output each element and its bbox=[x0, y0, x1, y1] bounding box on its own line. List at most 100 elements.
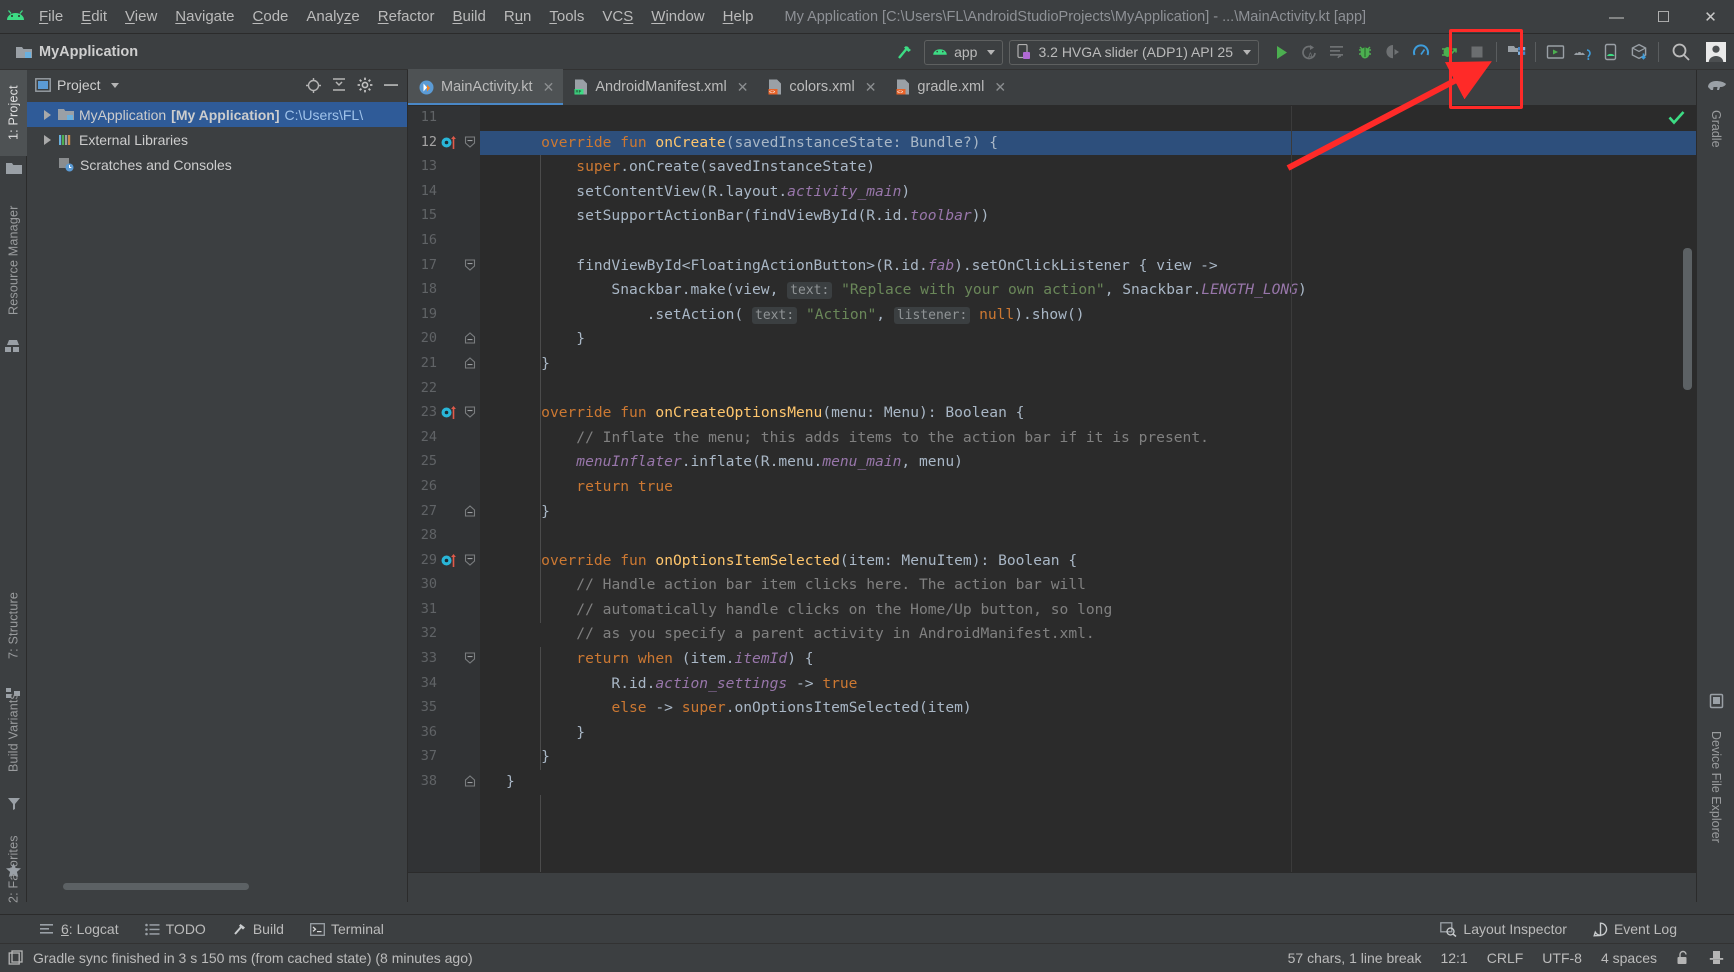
menu-navigate[interactable]: Navigate bbox=[166, 0, 243, 34]
sidebar-item-gradle[interactable]: Gradle bbox=[1697, 96, 1734, 162]
menu-build[interactable]: Build bbox=[443, 0, 494, 34]
gear-icon[interactable] bbox=[353, 73, 377, 97]
gutter-row[interactable]: 33 bbox=[408, 647, 480, 672]
close-tab-icon[interactable]: ✕ bbox=[737, 79, 749, 96]
fold-expand-icon[interactable] bbox=[464, 357, 476, 369]
gutter-row[interactable]: 30 bbox=[408, 573, 480, 598]
locate-icon[interactable] bbox=[301, 73, 325, 97]
tab-androidmanifest-xml[interactable]: MF AndroidManifest.xml ✕ bbox=[563, 69, 757, 105]
gutter-row[interactable]: 13 bbox=[408, 155, 480, 180]
code-line[interactable]: // Inflate the menu; this adds items to … bbox=[480, 426, 1696, 451]
gutter-row[interactable]: 24 bbox=[408, 426, 480, 451]
apply-code-changes-button[interactable] bbox=[1323, 37, 1351, 67]
make-project-button[interactable] bbox=[890, 37, 918, 67]
apk-analyzer-button[interactable] bbox=[1625, 37, 1653, 67]
menu-tools[interactable]: Tools bbox=[540, 0, 593, 34]
gutter-row[interactable]: 23 bbox=[408, 401, 480, 426]
unlocked-padlock-icon[interactable] bbox=[1676, 950, 1690, 966]
gutter-row[interactable]: 20 bbox=[408, 327, 480, 352]
debug-button[interactable] bbox=[1351, 37, 1379, 67]
editor-gutter[interactable]: 11 12 13 14 15 16 17 18 19 20 21 22 23 24 25 26 27 28 29 30… bbox=[408, 106, 480, 872]
status-line-separator[interactable]: CRLF bbox=[1487, 950, 1524, 966]
code-line[interactable]: menuInflater.inflate(R.menu.menu_main, m… bbox=[480, 450, 1696, 475]
inspections-ok-icon[interactable] bbox=[1668, 110, 1685, 125]
gutter-row[interactable]: 31 bbox=[408, 598, 480, 623]
tab-gradle-xml[interactable]: <> gradle.xml ✕ bbox=[885, 69, 1015, 105]
status-indent[interactable]: 4 spaces bbox=[1601, 950, 1657, 966]
menu-vcs[interactable]: VCS bbox=[593, 0, 642, 34]
code-line[interactable]: } bbox=[480, 721, 1696, 746]
maximize-button[interactable]: ☐ bbox=[1640, 0, 1687, 34]
gutter-row[interactable]: 28 bbox=[408, 524, 480, 549]
sdk-manager-button[interactable] bbox=[1502, 37, 1530, 67]
code-line[interactable]: // Handle action bar item clicks here. T… bbox=[480, 573, 1696, 598]
close-tab-icon[interactable]: ✕ bbox=[865, 79, 877, 96]
chevron-right-icon[interactable] bbox=[41, 109, 53, 121]
close-button[interactable]: ✕ bbox=[1687, 0, 1734, 34]
sidebar-item-build-variants[interactable]: Build Variants bbox=[0, 675, 27, 791]
code-line[interactable]: } bbox=[480, 500, 1696, 525]
device-explorer-button[interactable] bbox=[1597, 37, 1625, 67]
fold-collapse-icon[interactable] bbox=[464, 136, 476, 148]
memory-indicator-icon[interactable] bbox=[8, 950, 24, 966]
gutter-row[interactable]: 26 bbox=[408, 475, 480, 500]
bottom-tab-terminal[interactable]: Terminal bbox=[297, 915, 397, 944]
code-line[interactable] bbox=[480, 524, 1696, 549]
chevron-down-icon[interactable] bbox=[110, 82, 119, 88]
hide-panel-icon[interactable] bbox=[379, 73, 403, 97]
menu-analyze[interactable]: Analyze bbox=[297, 0, 368, 34]
code-line[interactable]: override fun onOptionsItemSelected(item:… bbox=[480, 549, 1696, 574]
gutter-row[interactable]: 35 bbox=[408, 696, 480, 721]
inspector-hat-icon[interactable] bbox=[1709, 950, 1724, 966]
code-line[interactable]: override fun onCreateOptionsMenu(menu: M… bbox=[480, 401, 1696, 426]
status-encoding[interactable]: UTF-8 bbox=[1542, 950, 1582, 966]
gutter-row[interactable]: 38 bbox=[408, 770, 480, 795]
gutter-row[interactable]: 34 bbox=[408, 672, 480, 697]
code-line[interactable] bbox=[480, 106, 1696, 131]
code-line[interactable]: } bbox=[480, 745, 1696, 770]
bottom-tab-layout-inspector[interactable]: Layout Inspector bbox=[1427, 915, 1580, 944]
tree-item-external-libraries[interactable]: External Libraries bbox=[27, 127, 407, 152]
run-coverage-button[interactable] bbox=[1435, 37, 1463, 67]
code-line[interactable]: } bbox=[480, 770, 1696, 795]
run-configuration-selector[interactable]: app bbox=[924, 39, 1004, 65]
device-manager-button[interactable] bbox=[1569, 37, 1597, 67]
tab-colors-xml[interactable]: <> colors.xml ✕ bbox=[757, 69, 885, 105]
menu-help[interactable]: Help bbox=[714, 0, 763, 34]
chevron-right-icon[interactable] bbox=[41, 134, 53, 146]
run-button[interactable] bbox=[1267, 37, 1295, 67]
search-everywhere-button[interactable] bbox=[1664, 37, 1698, 67]
code-line[interactable]: findViewById<FloatingActionButton>(R.id.… bbox=[480, 254, 1696, 279]
code-line[interactable]: } bbox=[480, 327, 1696, 352]
gutter-row[interactable]: 36 bbox=[408, 721, 480, 746]
code-line[interactable]: super.onCreate(savedInstanceState) bbox=[480, 155, 1696, 180]
tree-item-myapplication[interactable]: MyApplication [My Application] C:\Users\… bbox=[27, 102, 407, 127]
code-line[interactable]: return true bbox=[480, 475, 1696, 500]
gutter-row[interactable]: 17 bbox=[408, 254, 480, 279]
gutter-row[interactable]: 18 bbox=[408, 278, 480, 303]
project-panel-horizontal-scrollbar[interactable] bbox=[63, 883, 249, 890]
menu-window[interactable]: Window bbox=[642, 0, 713, 34]
gutter-row[interactable]: 11 bbox=[408, 106, 480, 131]
fold-collapse-icon[interactable] bbox=[464, 554, 476, 566]
code-line[interactable]: override fun onCreate(savedInstanceState… bbox=[480, 130, 1696, 156]
gutter-row[interactable]: 15 bbox=[408, 204, 480, 229]
gutter-row[interactable]: 25 bbox=[408, 450, 480, 475]
sidebar-item-structure[interactable]: 7: Structure bbox=[0, 570, 27, 680]
gutter-row[interactable]: 14 bbox=[408, 180, 480, 205]
code-line[interactable]: setContentView(R.layout.activity_main) bbox=[480, 180, 1696, 205]
fold-collapse-icon[interactable] bbox=[464, 652, 476, 664]
code-line[interactable]: Snackbar.make(view, text: "Replace with … bbox=[480, 278, 1696, 303]
menu-run[interactable]: Run bbox=[495, 0, 541, 34]
gutter-row[interactable]: 27 bbox=[408, 500, 480, 525]
avd-manager-button[interactable] bbox=[1541, 37, 1569, 67]
menu-view[interactable]: View bbox=[116, 0, 166, 34]
code-line[interactable]: R.id.action_settings -> true bbox=[480, 672, 1696, 697]
code-line[interactable]: setSupportActionBar(findViewById(R.id.to… bbox=[480, 204, 1696, 229]
sidebar-item-resource-manager[interactable]: Resource Manager bbox=[0, 186, 27, 334]
code-line[interactable]: return when (item.itemId) { bbox=[480, 647, 1696, 672]
fold-expand-icon[interactable] bbox=[464, 332, 476, 344]
sidebar-item-project[interactable]: 1: Project bbox=[0, 70, 27, 156]
code-line[interactable]: // as you specify a parent activity in A… bbox=[480, 622, 1696, 647]
gutter-row[interactable]: 12 bbox=[408, 131, 480, 156]
